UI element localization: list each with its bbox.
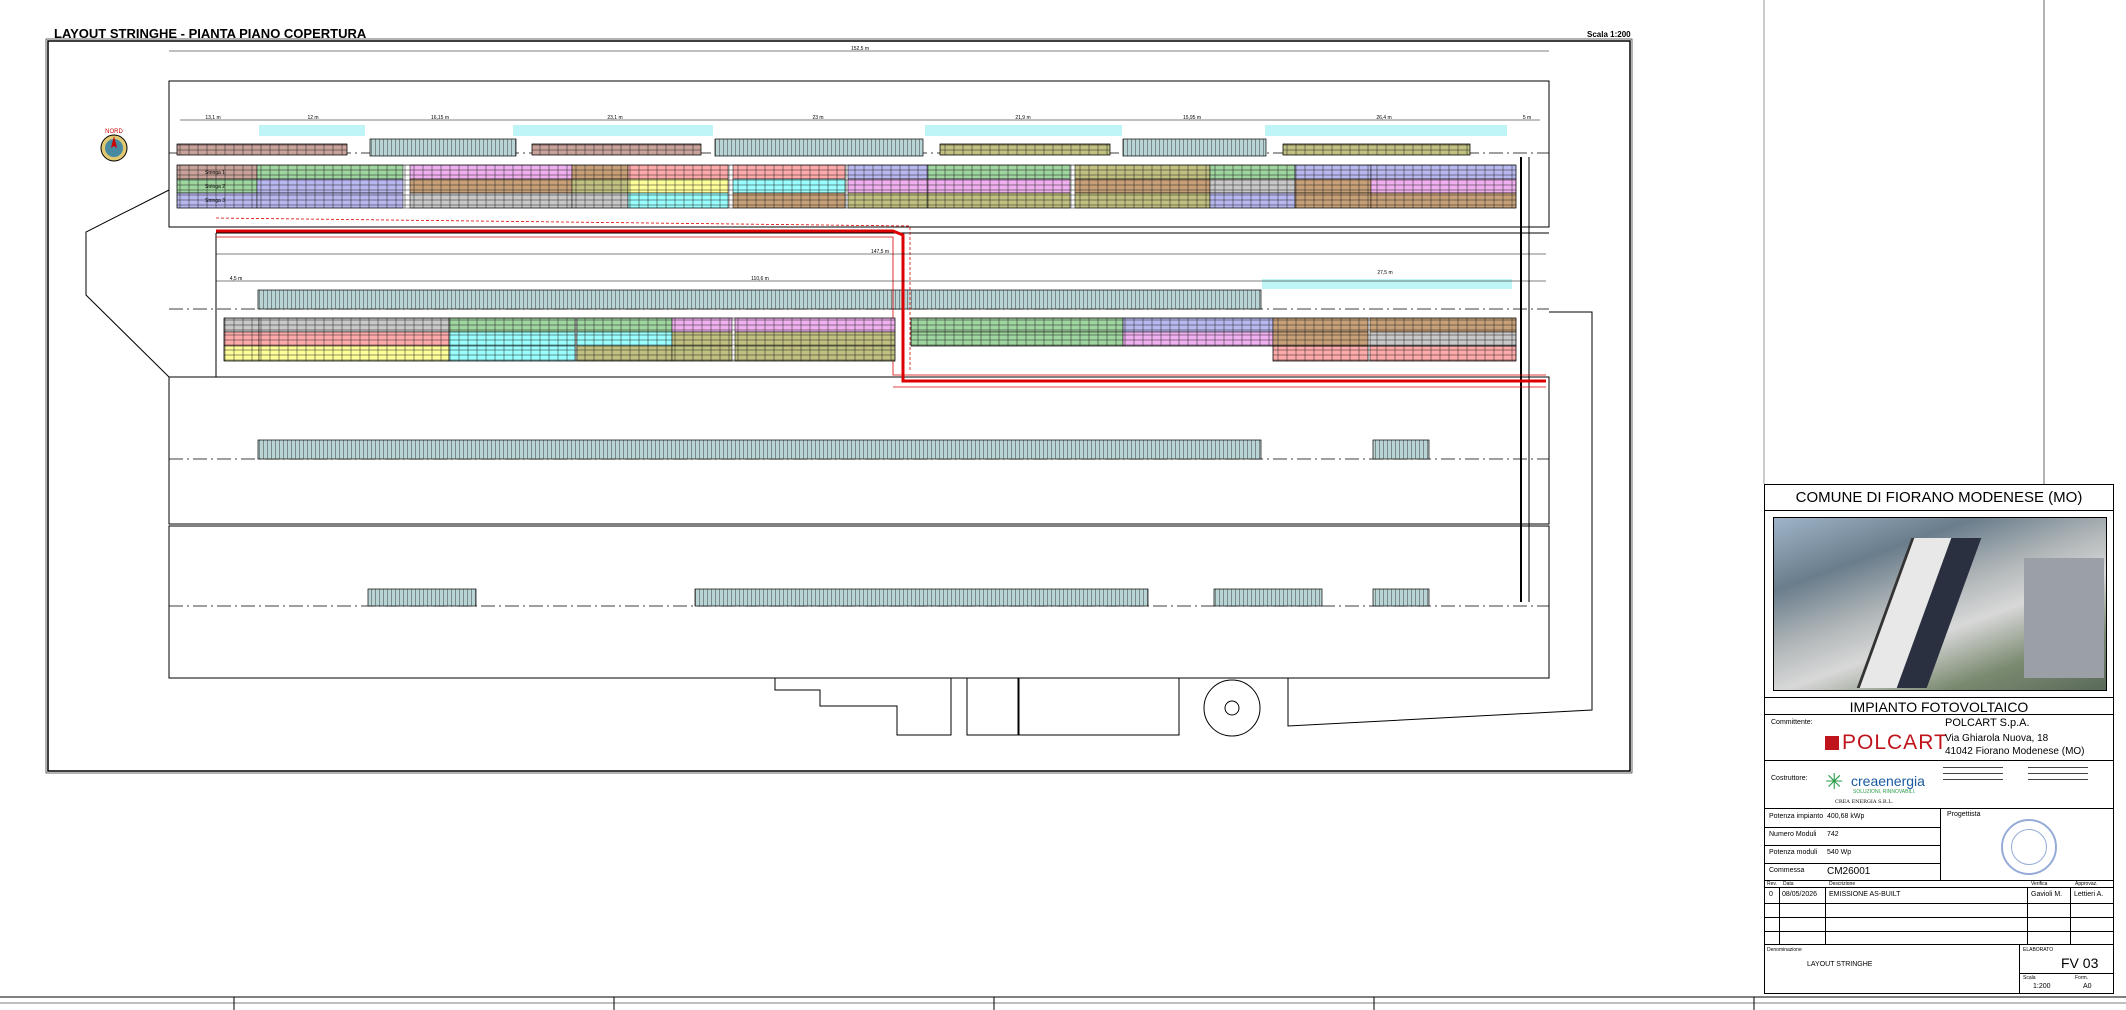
client-label: Committente: xyxy=(1771,719,1813,726)
builder-contacts xyxy=(1943,767,2103,801)
elab-value: FV 03 xyxy=(2061,955,2099,971)
municipality-title: COMUNE DI FIORANO MODENESE (MO) xyxy=(1765,485,2113,511)
svg-text:26,4 m: 26,4 m xyxy=(1376,115,1391,121)
pv-array-middle xyxy=(223,317,1517,362)
north-label: NORD xyxy=(105,129,123,135)
contact-line-2 xyxy=(1943,773,2003,777)
builder-label: Costruttore: xyxy=(1771,775,1808,782)
svg-text:Stringa 2: Stringa 2 xyxy=(205,184,225,190)
client-address-2: 41042 Fiorano Modenese (MO) xyxy=(1945,746,2085,757)
svg-text:Stringa 3: Stringa 3 xyxy=(205,198,225,204)
engineer-stamp-inner xyxy=(2011,829,2047,865)
svg-text:5 m: 5 m xyxy=(1523,115,1531,121)
pv-array-top xyxy=(176,164,1517,209)
rev-0-approval: Lettieri A. xyxy=(2074,891,2104,898)
rev-0-number: 0 xyxy=(1769,891,1773,898)
revision-table: Rev. Data Descrizione Verifica Approvaz.… xyxy=(1765,881,2113,945)
photo-warehouse xyxy=(2024,558,2104,678)
svg-text:23 m: 23 m xyxy=(812,115,823,121)
polcart-logo-icon xyxy=(1825,736,1839,751)
svg-text:12 m: 12 m xyxy=(307,115,318,121)
string-labels-top: Stringa 1 Stringa 2 Stringa 3 xyxy=(205,170,225,204)
spec-modules: Numero Moduli 742 xyxy=(1765,827,1940,846)
north-arrow-icon: NORD xyxy=(100,129,128,162)
client-address-1: Via Ghiarola Nuova, 18 xyxy=(1945,733,2049,744)
client-row: Committente: POLCART POLCART S.p.A. Via … xyxy=(1765,715,2113,761)
svg-text:13,1 m: 13,1 m xyxy=(205,115,220,121)
specs-table: Potenza impianto 400,68 kWp Numero Modul… xyxy=(1765,809,1941,881)
builder-signature: CREA ENERGIA S.R.L. xyxy=(1835,799,1894,805)
format-label: Form. xyxy=(2075,975,2089,981)
svg-text:110,6 m: 110,6 m xyxy=(751,276,769,282)
creaenergia-tagline: SOLUZIONI, RINNOVABILI. xyxy=(1853,789,1916,795)
svg-text:4,5 m: 4,5 m xyxy=(230,276,243,282)
contact-line-1 xyxy=(1943,767,2003,771)
contact-line-4 xyxy=(2028,767,2088,771)
title-block: COMUNE DI FIORANO MODENESE (MO) IMPIANTO… xyxy=(1764,484,2114,994)
svg-text:Stringa 1: Stringa 1 xyxy=(205,170,225,176)
creaenergia-logo: ✳ creaenergia SOLUZIONI, RINNOVABILI. xyxy=(1825,767,1935,797)
document-name: LAYOUT STRINGHE xyxy=(1807,961,1873,968)
polcart-logo: POLCART xyxy=(1825,731,1948,755)
specs-row: Potenza impianto 400,68 kWp Numero Modul… xyxy=(1765,809,2113,881)
format-value: A0 xyxy=(2083,983,2092,990)
svg-text:16,15 m: 16,15 m xyxy=(431,115,449,121)
svg-text:147,5 m: 147,5 m xyxy=(871,249,889,255)
project-title: IMPIANTO FOTOVOLTAICO xyxy=(1765,697,2113,715)
contact-line-3 xyxy=(1943,779,2003,783)
name-label: Denominazione xyxy=(1767,947,1802,953)
spec-module-power-label: Potenza moduli xyxy=(1769,849,1818,856)
dim-overall: 152,5 m xyxy=(851,46,869,52)
spec-module-power-value: 540 Wp xyxy=(1827,849,1852,856)
document-info: Denominazione LAYOUT STRINGHE ELABORATO … xyxy=(1765,945,2113,994)
spec-modules-label: Numero Moduli xyxy=(1769,831,1817,838)
creaenergia-logo-text: creaenergia xyxy=(1851,773,1925,789)
engineer-stamp xyxy=(2001,819,2057,875)
spec-order-label: Commessa xyxy=(1769,867,1805,874)
tb-scale-value: 1:200 xyxy=(2033,983,2051,990)
rev-0-date: 08/05/2026 xyxy=(1782,891,1818,898)
rev-0-check: Gavioli M. xyxy=(2031,891,2063,898)
rev-0-description: EMISSIONE AS-BUILT xyxy=(1829,891,1901,898)
svg-text:21,9 m: 21,9 m xyxy=(1015,115,1030,121)
contact-line-6 xyxy=(2028,779,2088,783)
spec-module-power: Potenza moduli 540 Wp xyxy=(1765,845,1940,864)
skylights xyxy=(257,138,1430,607)
polcart-logo-text: POLCART xyxy=(1842,731,1948,754)
aerial-photo xyxy=(1773,517,2107,691)
designer-label: Progettista xyxy=(1947,811,1981,818)
svg-text:23,1 m: 23,1 m xyxy=(607,115,622,121)
spec-power-value: 400,68 kWp xyxy=(1827,813,1865,820)
spec-power: Potenza impianto 400,68 kWp xyxy=(1765,809,1940,828)
spec-order-value: CM26001 xyxy=(1827,866,1871,877)
elab-label: ELABORATO xyxy=(2023,947,2054,953)
spec-order: Commessa CM26001 xyxy=(1765,863,1940,881)
creaenergia-logo-icon: ✳ xyxy=(1825,769,1844,794)
spec-power-label: Potenza impianto xyxy=(1769,813,1824,820)
tb-scale-label: Scala xyxy=(2023,975,2036,981)
builder-row: Costruttore: ✳ creaenergia SOLUZIONI, RI… xyxy=(1765,761,2113,809)
svg-text:27,5 m: 27,5 m xyxy=(1377,270,1392,276)
spec-modules-value: 742 xyxy=(1827,831,1839,838)
client-name: POLCART S.p.A. xyxy=(1945,717,2030,729)
svg-text:15,95 m: 15,95 m xyxy=(1183,115,1201,121)
contact-line-5 xyxy=(2028,773,2088,777)
